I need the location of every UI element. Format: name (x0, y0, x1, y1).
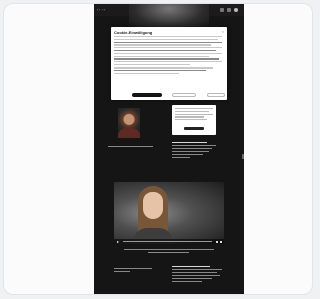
video-controls (114, 239, 224, 244)
website-page: ·· ·· Cookie-Einwilligung × (94, 4, 244, 294)
video-player[interactable] (114, 182, 224, 244)
volume-icon[interactable] (216, 240, 218, 243)
play-icon[interactable] (117, 240, 119, 243)
close-icon[interactable]: × (222, 29, 224, 34)
cookie-settings-button[interactable] (207, 93, 225, 97)
menu-icon[interactable] (220, 8, 224, 12)
account-icon[interactable] (234, 8, 238, 12)
portrait-man-shirt (118, 128, 140, 138)
info-box-button[interactable] (184, 127, 204, 130)
header-icons (220, 8, 238, 12)
screenshot-frame: ·· ·· Cookie-Einwilligung × (3, 3, 313, 295)
accept-cookies-button[interactable] (132, 93, 162, 97)
reject-cookies-button[interactable] (172, 93, 196, 97)
portrait-caption (108, 146, 158, 149)
cookie-consent-dialog: Cookie-Einwilligung × (111, 27, 227, 100)
bottom-left-caption (114, 268, 154, 274)
fullscreen-icon[interactable] (220, 240, 222, 243)
cookie-dialog-title: Cookie-Einwilligung (114, 30, 153, 35)
video-caption (124, 249, 214, 255)
search-icon[interactable] (227, 8, 231, 12)
hero-image (129, 4, 209, 28)
scrollbar-thumb[interactable] (242, 154, 244, 159)
cookie-dialog-text (114, 36, 222, 76)
info-box (172, 105, 216, 135)
bottom-right-text (172, 266, 222, 284)
video-progress-bar[interactable] (123, 241, 212, 242)
info-text-block (172, 142, 216, 160)
woman-face (143, 192, 163, 219)
site-logo[interactable]: ·· ·· (97, 7, 106, 12)
